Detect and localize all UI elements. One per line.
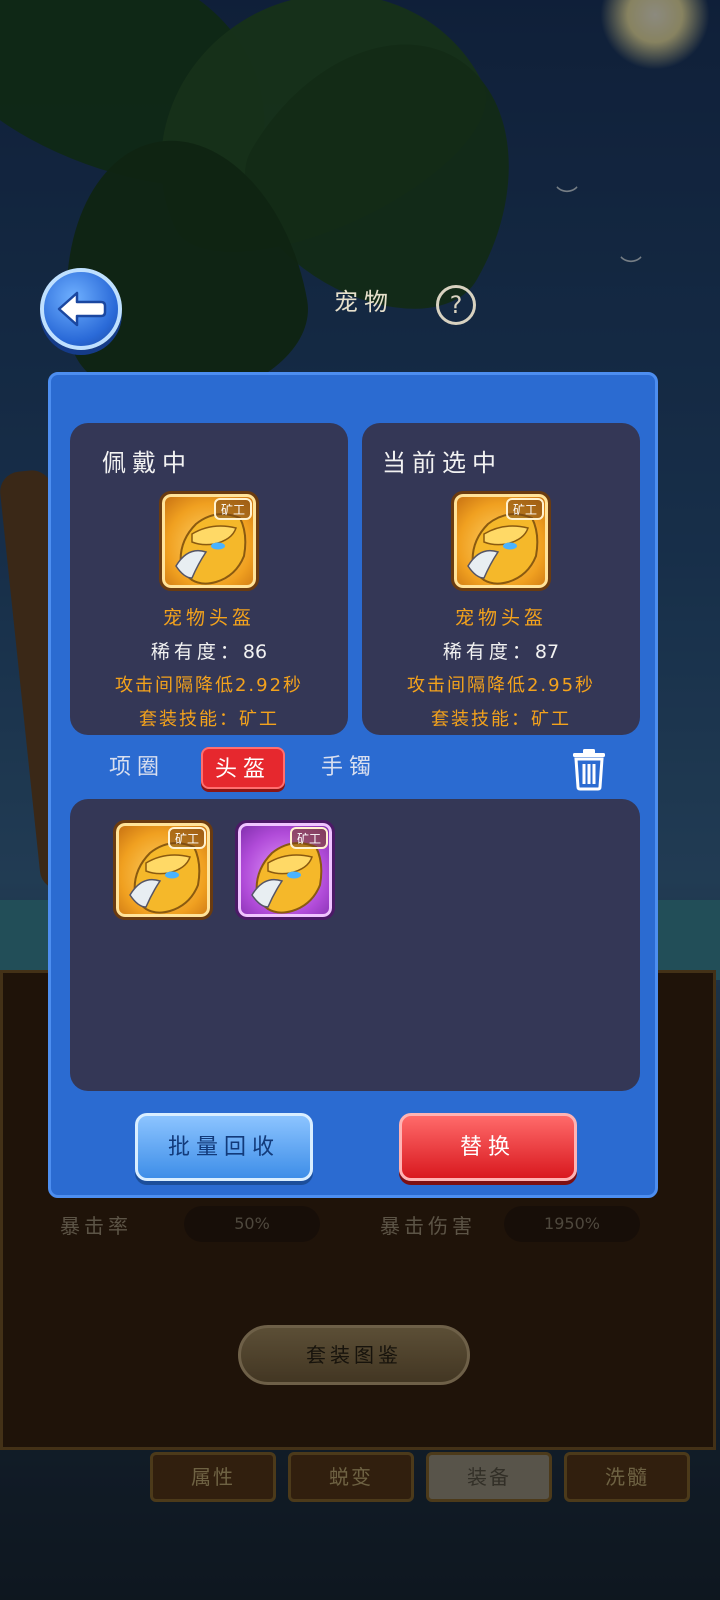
rarity-value: 86 <box>242 641 268 663</box>
equipped-title: 佩戴中 <box>102 449 192 477</box>
rarity-label: 稀有度： <box>150 641 243 663</box>
set-tag: 矿工 <box>505 498 544 520</box>
equipped-item-name: 宠物头盔 <box>162 607 255 629</box>
page-title: 宠物 <box>334 288 394 316</box>
set-tag: 矿工 <box>213 498 252 520</box>
selected-effect: 攻击间隔降低2.95秒 <box>406 675 596 696</box>
tab-bracelet[interactable]: 手镯 <box>319 747 379 789</box>
back-button[interactable] <box>40 268 122 350</box>
inventory-grid: 矿工 矿工 <box>70 799 640 1091</box>
selected-item-name: 宠物头盔 <box>454 607 547 629</box>
equipped-effect: 攻击间隔降低2.92秒 <box>114 675 304 696</box>
selected-title: 当前选中 <box>382 449 502 477</box>
equipped-rarity: 稀有度：86 <box>70 637 348 664</box>
rarity-label: 稀有度： <box>442 641 535 663</box>
selected-helmet-icon: 矿工 <box>451 491 551 591</box>
help-icon[interactable]: ? <box>436 285 476 325</box>
back-arrow-icon <box>57 291 107 327</box>
rarity-value: 87 <box>534 641 560 663</box>
selected-card: 当前选中 矿工 宠物头盔 稀有度：87 攻击间隔降低2.95秒 套装技能：矿工 <box>362 423 640 735</box>
batch-recycle-button[interactable]: 批量回收 <box>135 1113 313 1181</box>
tab-helmet[interactable]: 头盔 <box>201 747 285 789</box>
inventory-item[interactable]: 矿工 <box>235 820 335 920</box>
tab-collar[interactable]: 项圈 <box>107 747 167 789</box>
selected-set-skill: 套装技能：矿工 <box>431 709 571 730</box>
set-tag: 矿工 <box>289 827 328 849</box>
equipment-dialog: 佩戴中 矿工 宠物头盔 稀有度：86 攻击间隔降低2.92秒 套装技能：矿工 当… <box>48 372 658 1198</box>
trash-icon[interactable] <box>569 747 609 791</box>
replace-button[interactable]: 替换 <box>399 1113 577 1181</box>
equipped-set-skill: 套装技能：矿工 <box>139 709 279 730</box>
equipped-card: 佩戴中 矿工 宠物头盔 稀有度：86 攻击间隔降低2.92秒 套装技能：矿工 <box>70 423 348 735</box>
equipped-helmet-icon: 矿工 <box>159 491 259 591</box>
inventory-item[interactable]: 矿工 <box>113 820 213 920</box>
selected-rarity: 稀有度：87 <box>362 637 640 664</box>
set-tag: 矿工 <box>167 827 206 849</box>
